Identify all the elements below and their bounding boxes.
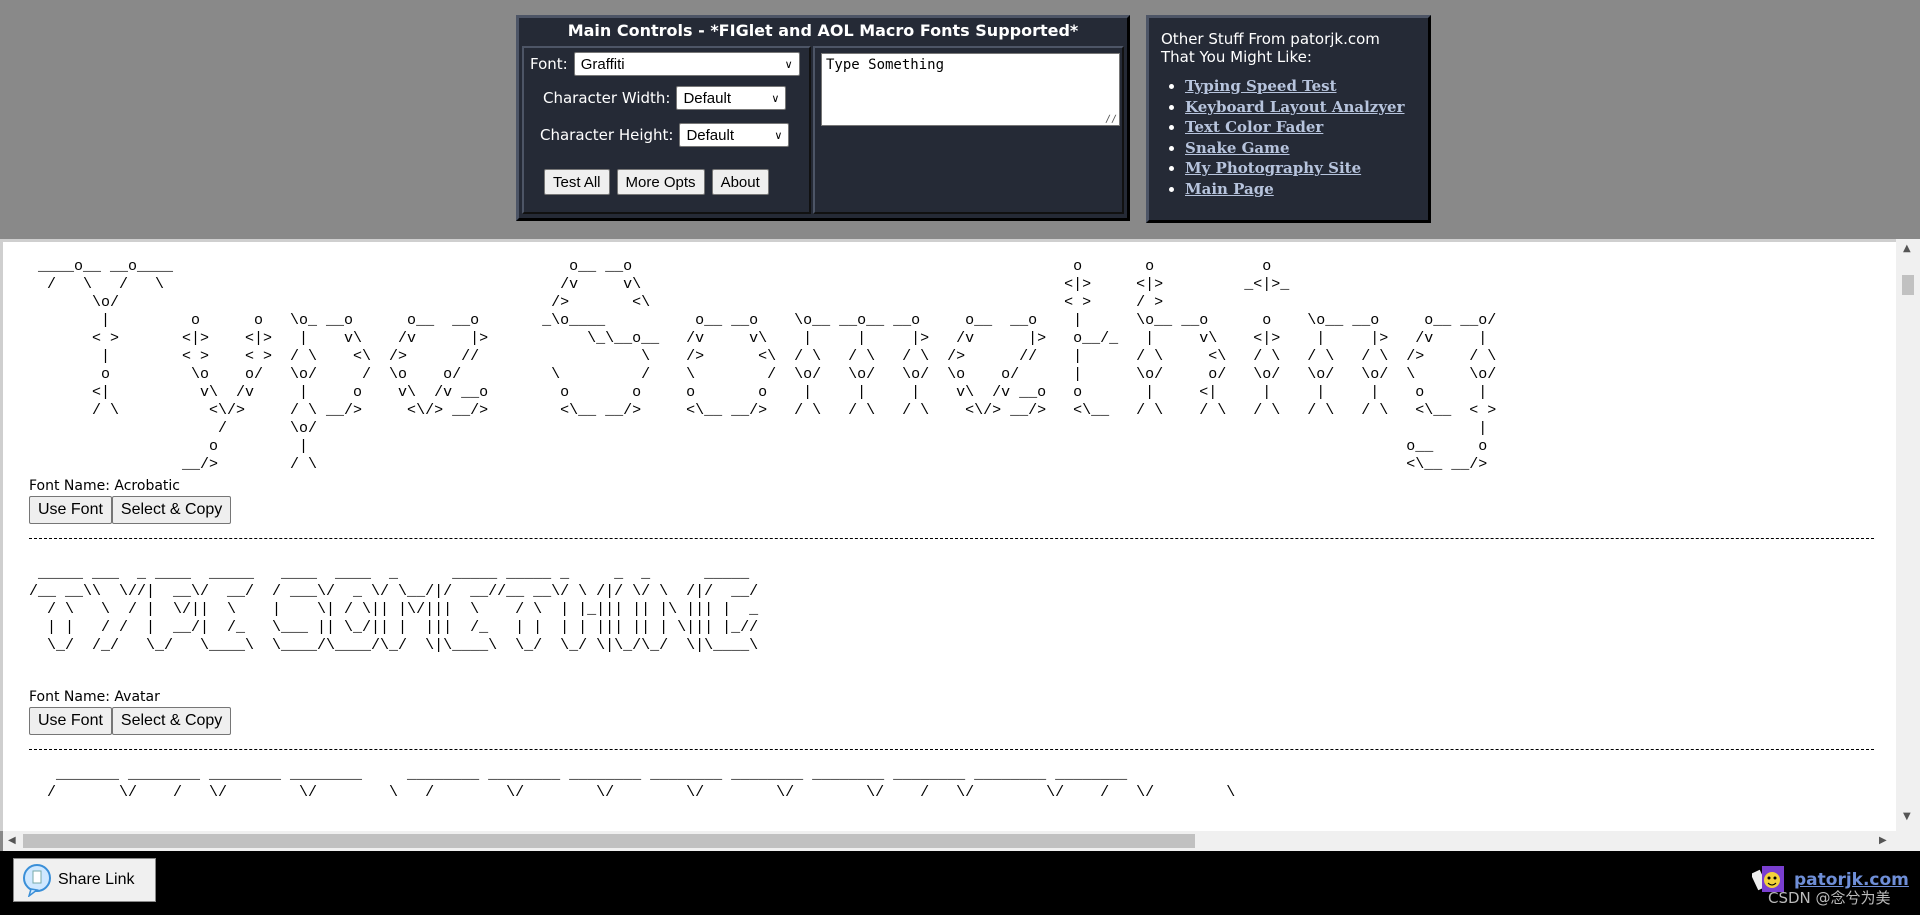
font-label: Font: — [530, 55, 568, 73]
scroll-down-icon[interactable]: ▼ — [1903, 811, 1911, 822]
watermark: CSDN @念兮为美 — [1768, 889, 1891, 907]
chevron-down-icon: ∨ — [784, 58, 793, 71]
select-copy-button[interactable]: Select & Copy — [111, 496, 232, 524]
char-height-label: Character Height: — [540, 126, 674, 144]
header: Main Controls - *FIGlet and AOL Macro Fo… — [0, 0, 1920, 239]
use-font-button[interactable]: Use Font — [29, 496, 112, 524]
other-stuff-heading-1: Other Stuff From patorjk.com — [1161, 30, 1380, 48]
link-snake-game[interactable]: Snake Game — [1185, 139, 1290, 157]
result-acrobatic: ____o__ __o____ o__ __o o o o / \ / \ /v — [29, 242, 1879, 539]
chevron-down-icon: ∨ — [771, 92, 780, 105]
other-stuff-panel: Other Stuff From patorjk.com That You Mi… — [1146, 15, 1431, 223]
vertical-scroll-thumb[interactable] — [1902, 275, 1914, 295]
use-font-button[interactable]: Use Font — [29, 707, 112, 735]
other-stuff-heading-2: That You Might Like: — [1161, 48, 1312, 66]
char-width-select[interactable]: Default ∨ — [676, 86, 787, 110]
link-keyboard-layout-analyzer[interactable]: Keyboard Layout Analzyer — [1185, 98, 1404, 116]
char-height-select[interactable]: Default ∨ — [679, 123, 790, 147]
horizontal-scrollbar[interactable]: ◀ ▶ — [3, 831, 1896, 851]
link-main-page[interactable]: Main Page — [1185, 180, 1274, 198]
about-button[interactable]: About — [711, 169, 769, 195]
char-height-value: Default — [686, 126, 734, 144]
more-opts-button[interactable]: More Opts — [616, 169, 705, 195]
char-width-label: Character Width: — [543, 89, 671, 107]
scroll-right-icon[interactable]: ▶ — [1879, 835, 1887, 846]
footer: Share Link patorjk.com CSDN @念兮为美 — [0, 851, 1920, 915]
link-text-color-fader[interactable]: Text Color Fader — [1185, 118, 1323, 136]
select-copy-button[interactable]: Select & Copy — [111, 707, 232, 735]
main-controls-panel: Main Controls - *FIGlet and AOL Macro Fo… — [516, 15, 1130, 221]
result-third: _______ ________ ________ ________ _____… — [29, 750, 1879, 802]
share-link-button[interactable]: Share Link — [13, 858, 156, 902]
text-input[interactable]: Type Something ∕∕ — [821, 53, 1120, 126]
resize-grip-icon[interactable]: ∕∕ — [1105, 114, 1117, 125]
scroll-left-icon[interactable]: ◀ — [8, 835, 16, 846]
other-stuff-links: Typing Speed Test Keyboard Layout Analzy… — [1161, 78, 1416, 197]
scroll-up-icon[interactable]: ▲ — [1903, 243, 1911, 254]
font-name-label: Font Name: Avatar — [29, 689, 160, 705]
results-area: ____o__ __o____ o__ __o o o o / \ / \ /v — [0, 239, 1896, 831]
link-photography-site[interactable]: My Photography Site — [1185, 159, 1361, 177]
chevron-down-icon: ∨ — [774, 129, 783, 142]
font-select-value: Graffiti — [580, 55, 625, 73]
horizontal-scroll-thumb[interactable] — [23, 834, 1195, 848]
font-name-label: Font Name: Acrobatic — [29, 478, 180, 494]
link-typing-speed-test[interactable]: Typing Speed Test — [1185, 77, 1337, 95]
vertical-scrollbar[interactable]: ▲ ▼ — [1896, 239, 1920, 851]
char-width-value: Default — [683, 89, 731, 107]
ascii-art-avatar: _____ ___ _ ____ _____ ____ ____ _ _____… — [29, 565, 759, 654]
test-all-button[interactable]: Test All — [544, 169, 610, 195]
share-link-label: Share Link — [58, 871, 135, 888]
ascii-art-acrobatic: ____o__ __o____ o__ __o o o o / \ / \ /v — [38, 258, 1497, 473]
controls-box: Font: Graffiti ∨ Character Width: Defaul… — [522, 46, 811, 214]
result-avatar: _____ ___ _ ____ _____ ____ ____ _ _____… — [29, 539, 1879, 750]
ascii-art-partial: _______ ________ ________ ________ _____… — [47, 766, 1236, 801]
text-box: Type Something ∕∕ — [813, 46, 1124, 214]
text-input-value: Type Something — [826, 57, 945, 73]
speech-bubble-icon — [23, 864, 51, 897]
font-select[interactable]: Graffiti ∨ — [573, 52, 800, 76]
main-controls-title: Main Controls - *FIGlet and AOL Macro Fo… — [567, 21, 1079, 40]
